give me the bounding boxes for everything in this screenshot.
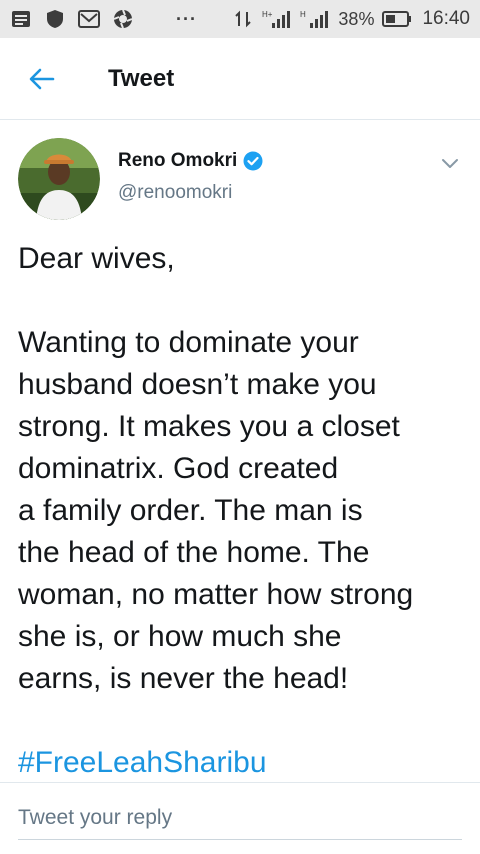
mail-icon xyxy=(78,9,100,29)
tweet-line: she is, or how much she xyxy=(18,620,342,653)
signal-icon-2: H xyxy=(300,9,330,29)
reply-divider xyxy=(0,782,480,783)
tweet-greeting: Dear wives, xyxy=(18,242,175,275)
author-name[interactable]: Reno Omokri xyxy=(118,150,237,172)
arrow-left-icon xyxy=(29,68,55,89)
shield-icon xyxy=(44,9,66,29)
notes-icon xyxy=(10,9,32,29)
author-handle[interactable]: @renoomokri xyxy=(118,182,263,204)
chevron-down-icon xyxy=(442,159,458,168)
battery-icon xyxy=(382,9,412,29)
network-label-2: H xyxy=(300,10,306,19)
tweet-menu-button[interactable] xyxy=(438,152,462,176)
tweet-text: Dear wives, Wanting to dominate your hus… xyxy=(18,238,468,784)
reply-input[interactable] xyxy=(18,796,462,840)
tweet-line: a family order. The man is xyxy=(18,494,363,527)
page-title: Tweet xyxy=(108,64,175,92)
battery-percent: 38% xyxy=(338,8,375,29)
network-label-1: H+ xyxy=(262,10,273,19)
tweet-line: dominatrix. God created xyxy=(18,452,339,485)
author-info: Reno Omokri @renoomokri xyxy=(118,138,263,220)
tweet-line: husband doesn’t make you xyxy=(18,368,377,401)
avatar[interactable] xyxy=(18,138,100,220)
tweet-line: strong. It makes you a closet xyxy=(18,410,400,443)
aperture-icon xyxy=(112,9,134,29)
status-bar-notifications: ··· xyxy=(10,9,197,30)
status-bar: ··· H+ H 38% 16:40 xyxy=(0,0,480,38)
tweet-line: earns, is never the head! xyxy=(18,662,349,695)
tweet-line: woman, no matter how strong xyxy=(18,578,414,611)
tweet-line: the head of the home. The xyxy=(18,536,370,569)
signal-icon-1: H+ xyxy=(262,9,292,29)
status-overflow-dots: ··· xyxy=(176,8,197,29)
data-transfer-icon xyxy=(232,9,254,29)
hashtag-link[interactable]: #FreeLeahSharibu xyxy=(18,742,468,784)
verified-badge-icon xyxy=(243,151,263,171)
author-name-row: Reno Omokri xyxy=(118,150,263,172)
tweet-line: Wanting to dominate your xyxy=(18,326,359,359)
status-bar-system: H+ H 38% 16:40 xyxy=(232,8,470,30)
app-header: Tweet xyxy=(0,38,480,120)
clock-time: 16:40 xyxy=(422,8,470,29)
back-button[interactable] xyxy=(22,59,62,99)
tweet-author: Reno Omokri @renoomokri xyxy=(18,138,462,220)
